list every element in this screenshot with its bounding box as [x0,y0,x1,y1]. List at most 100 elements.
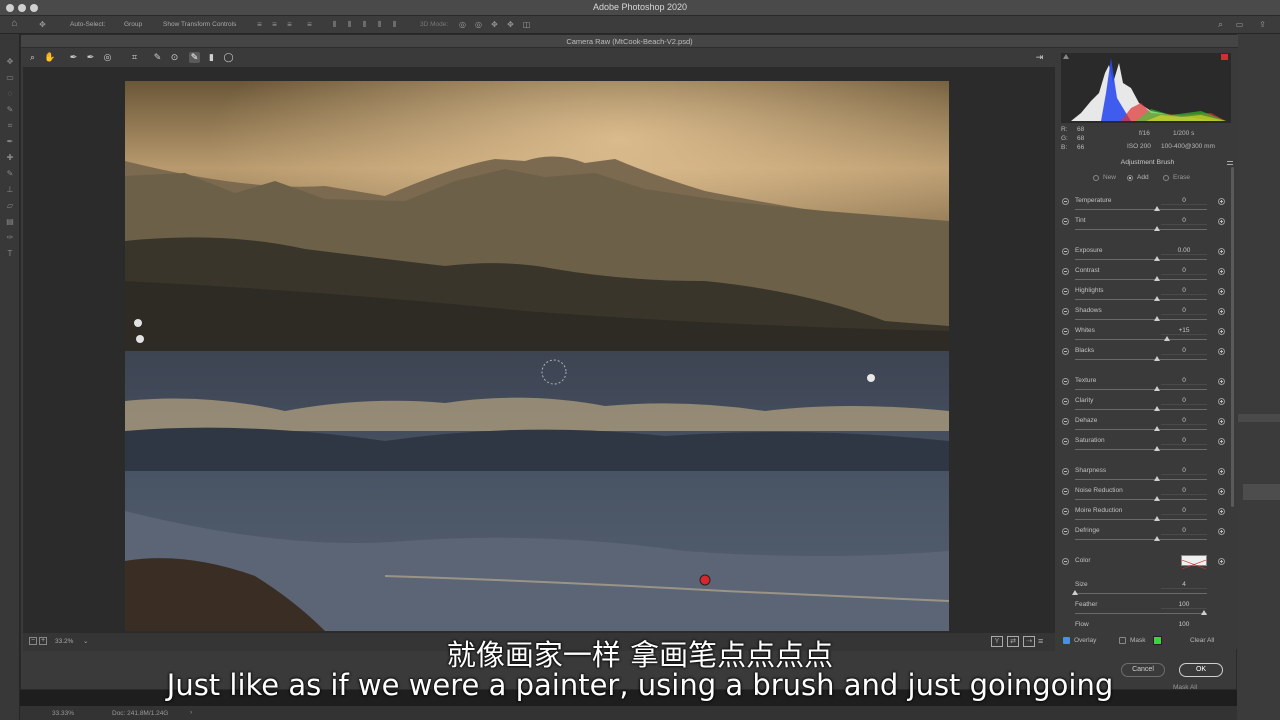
slider-value-input[interactable]: 0 [1161,416,1207,425]
increase-icon[interactable] [1218,398,1225,405]
hand-tool-icon[interactable]: ✋ [44,52,55,63]
slider-thumb[interactable] [1154,476,1160,481]
increase-icon[interactable] [1218,198,1225,205]
distribute-icon[interactable]: ⦀ [345,20,354,29]
brush-pin[interactable] [136,335,144,343]
pen-tool-icon[interactable]: ✑ [5,234,15,242]
group-dropdown[interactable]: Group [124,21,142,28]
red-eye-tool-icon[interactable]: ⊙ [169,52,180,63]
slider-value-input[interactable]: 0 [1161,436,1207,445]
mode-add-label[interactable]: Add [1137,174,1149,181]
decrease-icon[interactable] [1062,288,1069,295]
panel-menu-icon[interactable] [1227,161,1233,165]
decrease-icon[interactable] [1062,418,1069,425]
increase-icon[interactable] [1218,328,1225,335]
slider-track[interactable] [1075,339,1207,340]
radial-filter-tool-icon[interactable]: ◯ [223,52,234,63]
slider-thumb[interactable] [1072,590,1078,595]
ps-zoom-readout[interactable]: 33.33% [52,710,74,717]
3d-roll-icon[interactable]: ◎ [474,20,483,29]
slider-value-input[interactable]: 0 [1161,506,1207,515]
lasso-tool-icon[interactable]: ◌ [5,90,15,98]
healing-tool-icon[interactable]: ✚ [5,154,15,162]
increase-icon[interactable] [1218,218,1225,225]
decrease-icon[interactable] [1062,528,1069,535]
increase-icon[interactable] [1218,288,1225,295]
distribute-icon[interactable]: ⦀ [330,20,339,29]
home-icon[interactable]: ⌂ [10,19,19,29]
adjustment-brush-tool-icon[interactable]: ✎ [189,52,200,63]
slider-track[interactable] [1075,593,1207,594]
slider-thumb[interactable] [1201,610,1207,615]
slider-thumb[interactable] [1154,516,1160,521]
shadow-clipping-icon[interactable] [1063,54,1069,59]
eyedropper-tool-icon[interactable]: ✒ [5,138,15,146]
highlight-clipping-icon[interactable] [1221,54,1228,60]
spot-removal-tool-icon[interactable]: ✎ [152,52,163,63]
open-preferences-icon[interactable]: ⇥ [1034,52,1045,63]
white-balance-tool-icon[interactable]: ✒ [68,52,79,63]
decrease-icon[interactable] [1062,508,1069,515]
decrease-icon[interactable] [1062,348,1069,355]
crop-tool-icon[interactable]: ⌗ [5,122,15,130]
crop-tool-icon[interactable]: ⌗ [129,52,140,63]
slider-value-input[interactable]: 0 [1161,396,1207,405]
distribute-icon[interactable]: ⦀ [390,20,399,29]
marquee-tool-icon[interactable]: ▭ [5,74,15,82]
slider-track[interactable] [1075,389,1207,390]
slider-value-input[interactable]: 0 [1161,346,1207,355]
brush-value-input[interactable]: 100 [1161,620,1207,627]
eraser-tool-icon[interactable]: ▱ [5,202,15,210]
photo-preview[interactable] [125,81,949,631]
slider-track[interactable] [1075,479,1207,480]
mode-new-label[interactable]: New [1103,174,1116,181]
slider-thumb[interactable] [1154,496,1160,501]
slider-track[interactable] [1075,359,1207,360]
share-icon[interactable]: ⇪ [1258,20,1267,29]
increase-icon[interactable] [1218,418,1225,425]
align-icon[interactable]: ≡ [255,20,264,29]
brush-value-input[interactable]: 100 [1161,600,1207,609]
slider-track[interactable] [1075,429,1207,430]
slider-track[interactable] [1075,519,1207,520]
slider-thumb[interactable] [1154,356,1160,361]
slider-thumb[interactable] [1154,446,1160,451]
slider-value-input[interactable]: 0 [1161,466,1207,475]
brush-value-input[interactable]: 4 [1161,580,1207,589]
type-tool-icon[interactable]: T [5,250,15,258]
increase-icon[interactable] [1218,268,1225,275]
slider-thumb[interactable] [1154,256,1160,261]
decrease-icon[interactable] [1062,218,1069,225]
mode-erase-label[interactable]: Erase [1173,174,1190,181]
search-icon[interactable]: ⌕ [1216,20,1225,29]
slider-value-input[interactable]: 0 [1161,526,1207,535]
distribute-icon[interactable]: ⦀ [375,20,384,29]
increase-icon[interactable] [1218,308,1225,315]
slider-thumb[interactable] [1154,296,1160,301]
panel-scrollbar[interactable] [1231,167,1234,507]
zoom-tool-icon[interactable]: ⌕ [27,52,38,63]
chevron-right-icon[interactable]: › [190,709,192,716]
3d-pan-icon[interactable]: ✥ [490,20,499,29]
color-plus-icon[interactable] [1218,558,1225,565]
increase-icon[interactable] [1218,468,1225,475]
slider-value-input[interactable]: 0 [1161,486,1207,495]
slider-track[interactable] [1075,209,1207,210]
quick-select-tool-icon[interactable]: ✎ [5,106,15,114]
decrease-icon[interactable] [1062,268,1069,275]
increase-icon[interactable] [1218,378,1225,385]
color-sampler-tool-icon[interactable]: ✒ [85,52,96,63]
slider-thumb[interactable] [1154,426,1160,431]
slider-value-input[interactable]: 0 [1161,266,1207,275]
show-transform-checkbox[interactable]: Show Transform Controls [163,21,236,28]
slider-thumb[interactable] [1154,226,1160,231]
3d-orbit-icon[interactable]: ◎ [458,20,467,29]
slider-thumb[interactable] [1154,406,1160,411]
slider-value-input[interactable]: 0 [1161,306,1207,315]
slider-value-input[interactable]: 0 [1161,286,1207,295]
slider-value-input[interactable]: 0.00 [1161,246,1207,255]
color-swatch[interactable] [1181,555,1207,570]
decrease-icon[interactable] [1062,398,1069,405]
slider-track[interactable] [1075,613,1207,614]
color-minus-icon[interactable] [1062,558,1069,565]
